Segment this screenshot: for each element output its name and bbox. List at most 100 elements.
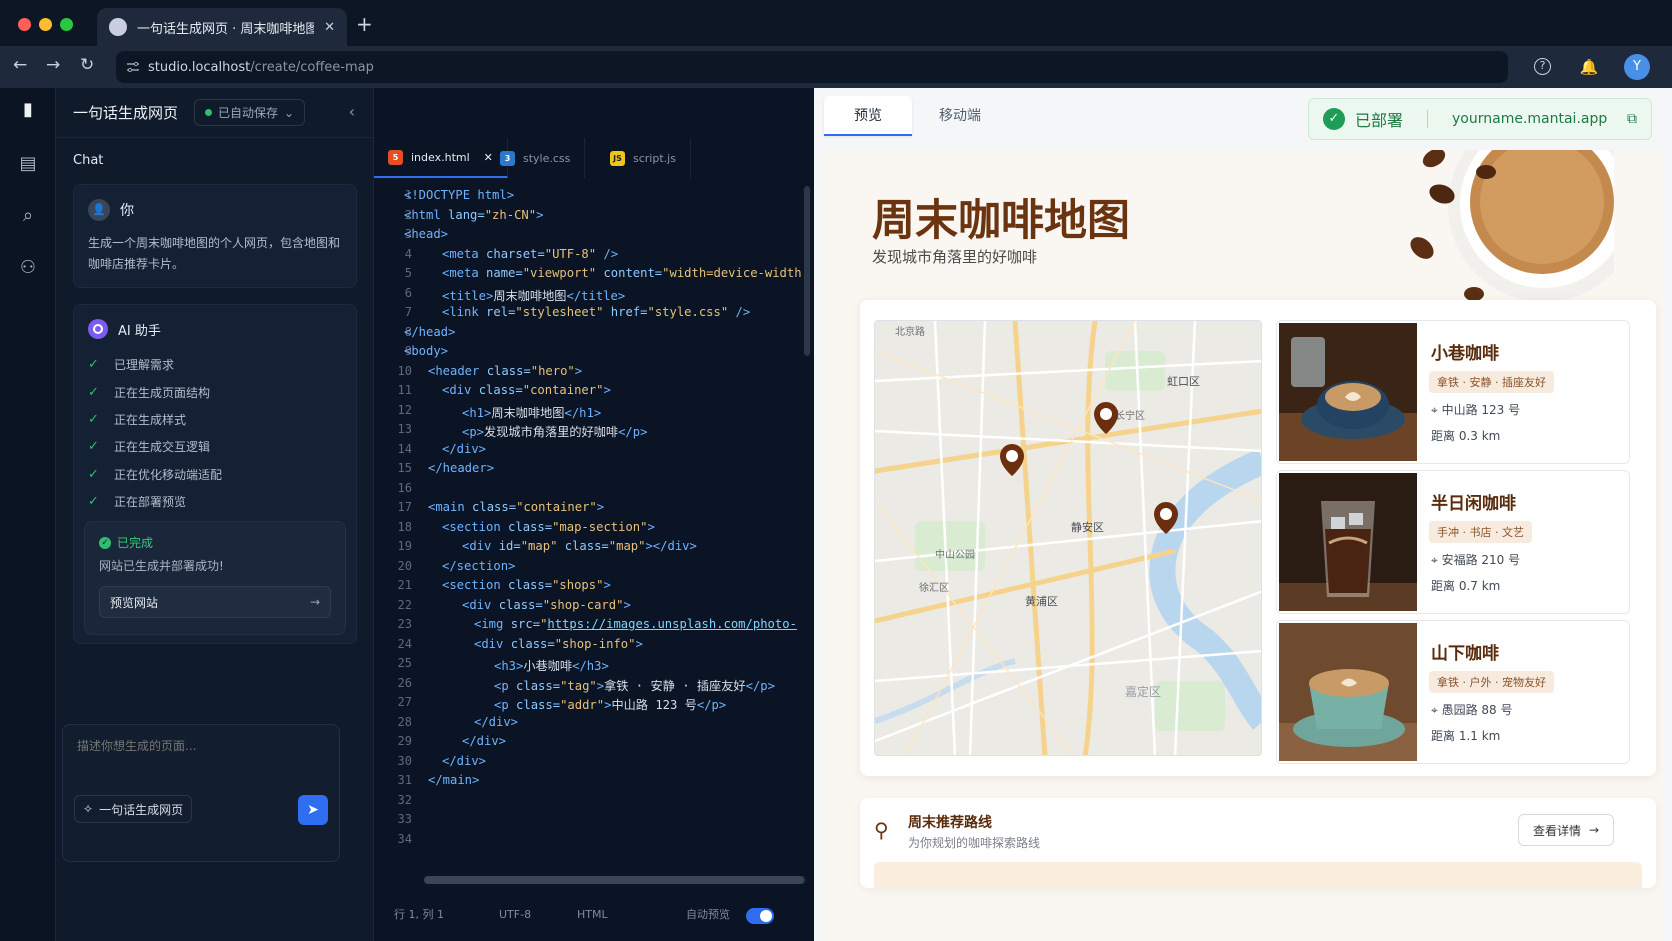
encoding: UTF-8 <box>499 907 532 921</box>
chat-panel: 一句话生成网页 已自动保存 ⌄ ‹ Chat 👤 你 生成一个周末咖啡地图的个人网页… <box>56 88 374 941</box>
reload-icon[interactable]: ↻ <box>80 55 94 75</box>
window-titlebar: 一句话生成网页 · 周末咖啡地图 ✕ + <box>0 0 1672 46</box>
collapse-panel-icon[interactable]: ‹ <box>349 102 355 121</box>
preview-panel: 预览 移动端 ✓ 已部署 yourname.mantai.app ⧉ 周末咖啡地… <box>814 88 1672 941</box>
map[interactable]: 北京路 中山公园 静安区 黄浦区 虹口区 嘉定区 徐汇区 长宁区 <box>874 320 1262 756</box>
step-item: ✓ 正在生成交互逻辑 <box>88 439 211 455</box>
code-line: </header> <box>428 461 495 475</box>
editor-status-bar: 行 1, 列 1 UTF-8 HTML 自动预览 <box>374 894 814 934</box>
vertical-scrollbar[interactable] <box>804 186 810 356</box>
components-icon[interactable]: ⚇ <box>16 256 40 280</box>
code-line: <title>周末咖啡地图</title> <box>442 288 626 303</box>
bell-icon[interactable]: 🔔 <box>1578 56 1600 78</box>
line-number: 15 <box>397 461 412 475</box>
prompt-input[interactable] <box>77 739 327 753</box>
minimize-window-button[interactable] <box>39 18 52 31</box>
saved-status-icon <box>205 109 213 116</box>
user-avatar[interactable]: Y <box>1624 54 1650 80</box>
search-icon[interactable]: ⌕ <box>16 204 40 228</box>
location-pin-icon: ⌖ <box>1431 703 1442 717</box>
svg-text:黄浦区: 黄浦区 <box>1025 594 1058 608</box>
code-line: <section class="map-section"> <box>442 519 655 534</box>
send-button[interactable]: ➤ <box>298 795 328 825</box>
view-details-button[interactable]: 查看详情 → <box>1518 814 1614 846</box>
site-settings-icon[interactable] <box>126 61 140 73</box>
hero-title: 周末咖啡地图 <box>872 196 1130 246</box>
maximize-window-button[interactable] <box>60 18 73 31</box>
url-host: studio.localhost <box>148 59 251 75</box>
tab-style-css[interactable]: 3 style.css <box>486 138 586 178</box>
location-pin-icon: ⌖ <box>1431 553 1442 567</box>
browser-tab[interactable]: 一句话生成网页 · 周末咖啡地图 ✕ <box>97 8 347 46</box>
arrow-right-icon: → <box>309 595 320 609</box>
svg-text:长宁区: 长宁区 <box>1115 409 1145 422</box>
deploy-domain-link[interactable]: yourname.mantai.app <box>1452 111 1617 127</box>
line-number: 5 <box>404 266 412 280</box>
route-title: 周末推荐路线 <box>908 815 992 831</box>
svg-text:徐汇区: 徐汇区 <box>919 581 949 594</box>
code-line: <p class="tag">拿铁 · 安静 · 插座友好</p> <box>494 678 775 693</box>
chat-header: 一句话生成网页 已自动保存 ⌄ ‹ <box>56 88 373 138</box>
tab-preview[interactable]: 预览 <box>824 96 912 136</box>
new-tab-icon[interactable]: + <box>356 12 373 36</box>
svg-text:嘉定区: 嘉定区 <box>1125 684 1161 699</box>
iced-coffee-photo <box>1279 473 1417 611</box>
close-tab-icon[interactable]: ✕ <box>324 20 335 35</box>
site-preview: 周末咖啡地图 发现城市角落里的好咖啡 北京路 中山公园 静安区 黄浦区 虹口区 … <box>824 150 1664 941</box>
close-window-button[interactable] <box>18 18 31 31</box>
shop-address: ⌖ 中山路 123 号 <box>1431 403 1521 417</box>
shop-card[interactable]: 半日闲咖啡 手冲 · 书店 · 文艺 ⌖ 安福路 210 号 距离 0.7 km <box>1276 470 1630 614</box>
line-number: 17 <box>397 500 412 514</box>
shop-card[interactable]: 山下咖啡 拿铁 · 户外 · 宠物友好 ⌖ 愚园路 88 号 距离 1.1 km <box>1276 620 1630 764</box>
step-item: ✓ 正在部署预览 <box>88 494 187 510</box>
preview-site-button[interactable]: 预览网站 → <box>99 586 331 618</box>
js-icon: JS <box>610 150 625 166</box>
back-icon[interactable]: ← <box>13 55 27 75</box>
route-pin-icon: ⚲ <box>874 818 889 842</box>
line-number: 12 <box>397 402 412 417</box>
tab-title: 一句话生成网页 · 周末咖啡地图 <box>137 21 315 37</box>
files-icon[interactable]: ▮ <box>16 98 40 122</box>
address-bar-row: ← → ↻ studio.localhost/create/coffee-map… <box>0 46 1672 88</box>
horizontal-scrollbar[interactable] <box>424 876 806 884</box>
line-number: 33 <box>397 812 412 826</box>
shop-card[interactable]: 小巷咖啡 拿铁 · 安静 · 插座友好 ⌖ 中山路 123 号 距离 0.3 k… <box>1276 320 1630 464</box>
line-number: 30 <box>397 753 412 768</box>
line-number: 32 <box>397 792 412 807</box>
line-number: 4 <box>404 246 412 261</box>
code-line: <div class="shop-info"> <box>474 636 643 651</box>
code-area[interactable]: 1 <!DOCTYPE html> 2 <html lang="zh-CN"> 3 <he… <box>374 184 804 876</box>
code-line: </main> <box>428 773 480 787</box>
deploy-status-banner: ✓ 已部署 yourname.mantai.app ⧉ <box>1308 98 1652 140</box>
progress-steps: ✓ 已理解需求 ✓ 正在生成页面结构 ✓ 正在生成样式 ✓ 正在生成交互逻辑 ✓ 正在优化… <box>88 351 342 515</box>
shop-tags: 拿铁 · 户外 · 宠物友好 <box>1429 671 1554 693</box>
code-line: <div class="container"> <box>442 383 611 397</box>
autosave-dropdown[interactable]: 已自动保存 ⌄ <box>194 99 306 126</box>
auto-preview-toggle[interactable] <box>746 908 774 924</box>
tab-mobile[interactable]: 移动端 <box>916 96 1004 136</box>
line-number: 7 <box>404 305 412 319</box>
step-item: ✓ 正在生成样式 <box>88 411 187 427</box>
code-line: <head> <box>404 227 449 241</box>
route-card: ⚲ 周末推荐路线 为你规划的咖啡探索路线 查看详情 → <box>860 798 1656 888</box>
check-circle-icon: ✓ <box>1323 108 1345 130</box>
completion-box: ✓ 已完成 网站已生成并部署成功! 预览网站 → <box>84 521 346 635</box>
mode-chip[interactable]: ✧ 一句话生成网页 <box>74 795 193 823</box>
forward-icon[interactable]: → <box>46 55 60 75</box>
line-number: 21 <box>397 578 412 592</box>
shop-name: 小巷咖啡 <box>1431 344 1499 364</box>
success-check-icon: ✓ <box>99 536 111 549</box>
external-link-icon[interactable]: ⧉ <box>1627 111 1637 127</box>
check-icon: ✓ <box>88 384 99 400</box>
step-item: ✓ 正在优化移动端适配 <box>88 466 223 482</box>
tab-script-js[interactable]: JS script.js <box>596 138 691 178</box>
url-bar[interactable]: studio.localhost/create/coffee-map <box>116 51 1508 83</box>
shop-name: 半日闲咖啡 <box>1431 494 1516 514</box>
line-number: 27 <box>397 695 412 709</box>
help-icon[interactable]: ? <box>1534 58 1551 75</box>
pages-icon[interactable]: ▤ <box>16 152 40 176</box>
code-line: <p class="addr">中山路 123 号</p> <box>494 698 727 712</box>
code-editor: 5 index.html ✕ 3 style.css JS script.js 1 <!D… <box>374 88 814 941</box>
shop-address: ⌖ 安福路 210 号 <box>1431 553 1521 567</box>
arrow-right-icon: → <box>1588 823 1600 837</box>
